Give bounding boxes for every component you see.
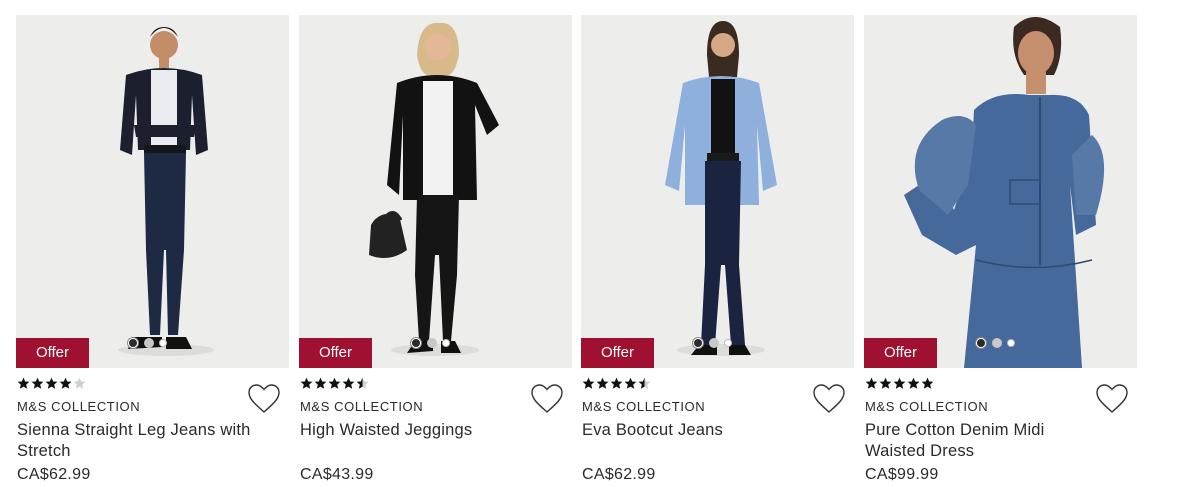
offer-badge: Offer bbox=[299, 338, 372, 368]
star-icon bbox=[907, 377, 920, 389]
star-icon bbox=[638, 377, 651, 389]
wishlist-heart-icon[interactable] bbox=[247, 383, 281, 415]
wishlist-heart-icon[interactable] bbox=[812, 383, 846, 415]
star-icon bbox=[300, 377, 313, 389]
star-icon bbox=[893, 377, 906, 389]
star-icon bbox=[328, 377, 341, 389]
product-brand: M&S COLLECTION bbox=[582, 399, 706, 414]
model-denim-dress-illustration bbox=[864, 15, 1137, 368]
product-brand: M&S COLLECTION bbox=[17, 399, 141, 414]
carousel-dot[interactable] bbox=[976, 338, 986, 348]
product-card[interactable]: Offer M&S COLLECTION High Waisted Jeggin… bbox=[299, 15, 572, 487]
image-carousel-dots[interactable] bbox=[411, 336, 449, 350]
product-price: CA$62.99 bbox=[17, 466, 91, 483]
carousel-dot[interactable] bbox=[144, 338, 154, 348]
model-jacket-jeans-illustration bbox=[16, 15, 289, 368]
star-icon bbox=[314, 377, 327, 389]
product-price: CA$43.99 bbox=[300, 466, 374, 483]
product-card[interactable]: Offer M&S COLLECTION Pure Cotton Denim M… bbox=[864, 15, 1137, 487]
star-icon bbox=[610, 377, 623, 389]
image-carousel-dots[interactable] bbox=[128, 336, 166, 350]
product-image[interactable]: Offer bbox=[16, 15, 289, 368]
product-grid: Offer M&S COLLECTION Sienna Straight Leg… bbox=[16, 15, 1137, 487]
star-icon bbox=[17, 377, 30, 389]
star-icon bbox=[596, 377, 609, 389]
product-brand: M&S COLLECTION bbox=[865, 399, 989, 414]
carousel-dot[interactable] bbox=[128, 338, 138, 348]
star-icon bbox=[865, 377, 878, 389]
carousel-dot[interactable] bbox=[992, 338, 1002, 348]
star-rating bbox=[300, 377, 369, 391]
product-card[interactable]: Offer M&S COLLECTION Sienna Straight Leg… bbox=[16, 15, 289, 487]
product-brand: M&S COLLECTION bbox=[300, 399, 424, 414]
star-icon bbox=[879, 377, 892, 389]
product-name[interactable]: Eva Bootcut Jeans bbox=[582, 420, 817, 441]
star-icon bbox=[582, 377, 595, 389]
image-carousel-dots[interactable] bbox=[693, 336, 731, 350]
offer-badge: Offer bbox=[581, 338, 654, 368]
star-icon bbox=[59, 377, 72, 389]
wishlist-heart-icon[interactable] bbox=[530, 383, 564, 415]
carousel-dot[interactable] bbox=[725, 340, 731, 346]
product-card[interactable]: Offer M&S COLLECTION Eva Bootcut Jeans C… bbox=[581, 15, 854, 487]
star-rating bbox=[582, 377, 651, 391]
product-image[interactable]: Offer bbox=[864, 15, 1137, 368]
star-icon bbox=[342, 377, 355, 389]
star-icon bbox=[624, 377, 637, 389]
carousel-dot[interactable] bbox=[160, 340, 166, 346]
carousel-dot[interactable] bbox=[411, 338, 421, 348]
image-carousel-dots[interactable] bbox=[976, 336, 1014, 350]
product-name[interactable]: Sienna Straight Leg Jeans with Stretch bbox=[17, 420, 252, 462]
star-icon bbox=[31, 377, 44, 389]
model-blazer-jeggings-illustration bbox=[299, 15, 572, 368]
carousel-dot[interactable] bbox=[693, 338, 703, 348]
star-rating bbox=[17, 377, 86, 391]
star-rating bbox=[865, 377, 934, 391]
star-icon bbox=[45, 377, 58, 389]
carousel-dot[interactable] bbox=[443, 340, 449, 346]
star-icon bbox=[921, 377, 934, 389]
star-icon bbox=[73, 377, 86, 389]
product-name[interactable]: Pure Cotton Denim Midi Waisted Dress bbox=[865, 420, 1100, 462]
offer-badge: Offer bbox=[16, 338, 89, 368]
offer-badge: Offer bbox=[864, 338, 937, 368]
product-price: CA$62.99 bbox=[582, 466, 656, 483]
wishlist-heart-icon[interactable] bbox=[1095, 383, 1129, 415]
product-name[interactable]: High Waisted Jeggings bbox=[300, 420, 535, 441]
product-price: CA$99.99 bbox=[865, 466, 939, 483]
carousel-dot[interactable] bbox=[709, 338, 719, 348]
carousel-dot[interactable] bbox=[1008, 340, 1014, 346]
star-icon bbox=[356, 377, 369, 389]
product-image[interactable]: Offer bbox=[299, 15, 572, 368]
carousel-dot[interactable] bbox=[427, 338, 437, 348]
model-shirt-bootcut-illustration bbox=[581, 15, 854, 368]
product-image[interactable]: Offer bbox=[581, 15, 854, 368]
